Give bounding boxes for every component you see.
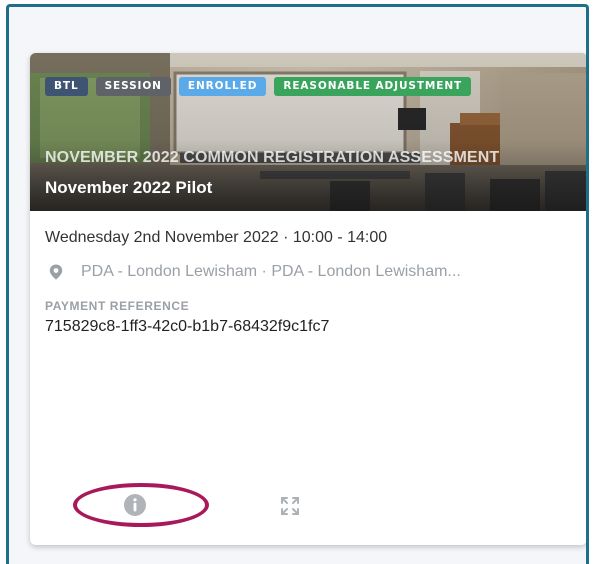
- session-card[interactable]: BTL SESSION ENROLLED REASONABLE ADJUSTME…: [30, 53, 586, 545]
- card-title: November 2022 Pilot: [45, 178, 213, 197]
- badge-enrolled: ENROLLED: [178, 77, 267, 96]
- card-hero-image: BTL SESSION ENROLLED REASONABLE ADJUSTME…: [30, 53, 586, 211]
- info-icon[interactable]: [123, 493, 147, 517]
- status-badges: BTL SESSION ENROLLED REASONABLE ADJUSTME…: [45, 77, 472, 96]
- card-body: Wednesday 2nd November 2022 · 10:00 - 14…: [30, 211, 586, 336]
- app-frame: BTL SESSION ENROLLED REASONABLE ADJUSTME…: [6, 4, 589, 564]
- expand-icon[interactable]: [280, 496, 300, 516]
- card-footer: [30, 493, 586, 533]
- session-datetime: Wednesday 2nd November 2022 · 10:00 - 14…: [45, 229, 388, 246]
- payment-reference-value: 715829c8-1ff3-42c0-b1b7-68432f9c1fc7: [45, 318, 330, 335]
- badge-btl: BTL: [45, 77, 88, 96]
- session-location: PDA - London Lewisham · PDA - London Lew…: [45, 261, 572, 283]
- card-subtitle: NOVEMBER 2022 COMMON REGISTRATION ASSESS…: [45, 149, 500, 166]
- map-pin-icon: [49, 264, 63, 280]
- badge-reasonable-adjustment: REASONABLE ADJUSTMENT: [274, 77, 472, 96]
- location-text: PDA - London Lewisham · PDA - London Lew…: [81, 263, 461, 280]
- badge-session: SESSION: [95, 77, 171, 96]
- payment-reference-label: PAYMENT REFERENCE: [45, 299, 190, 313]
